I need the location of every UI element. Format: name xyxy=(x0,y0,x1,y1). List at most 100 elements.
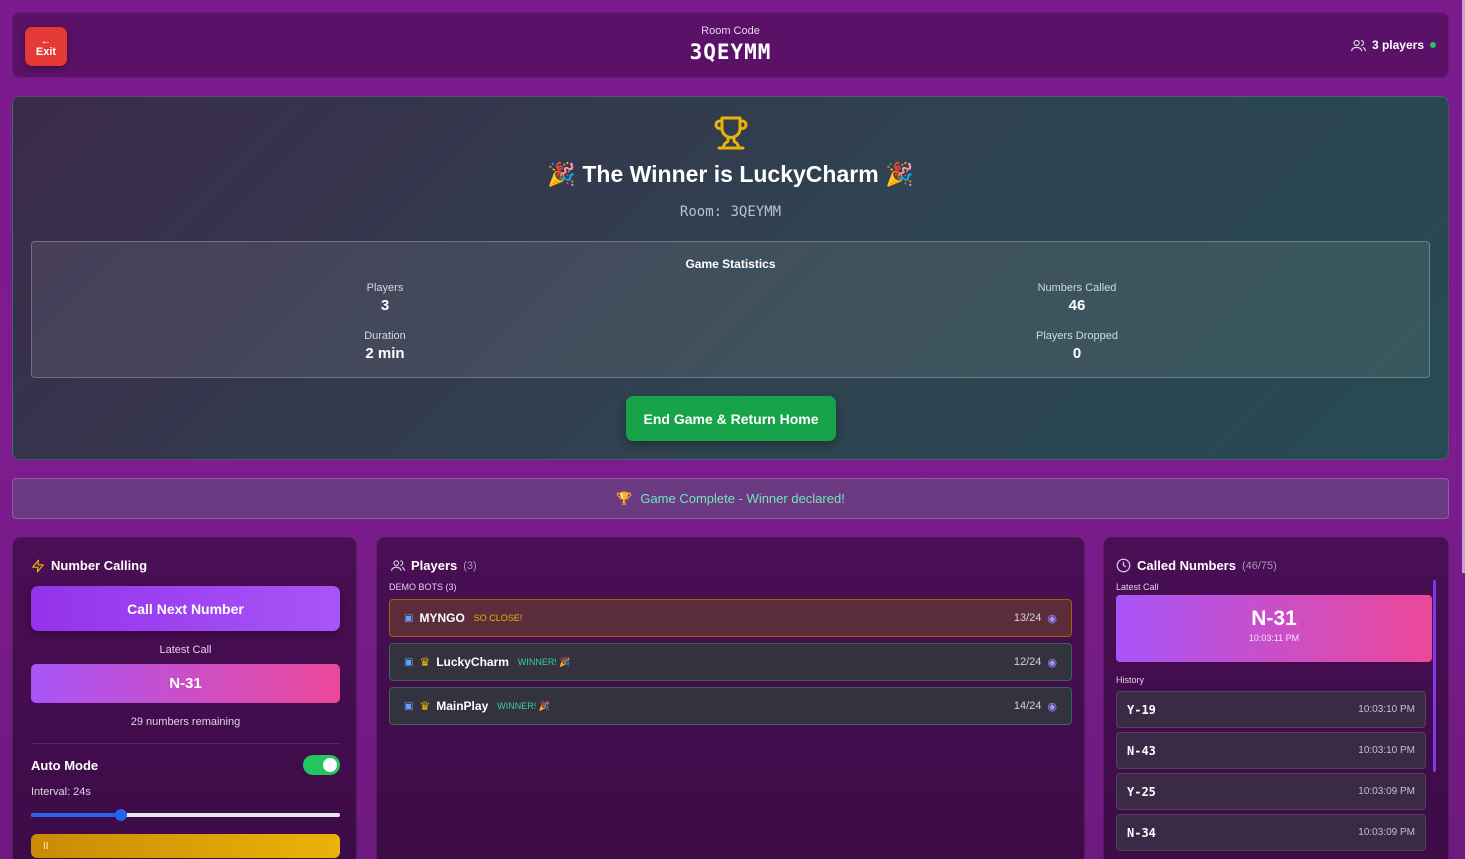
player-score: 14/24 ◉ xyxy=(1014,700,1057,713)
crown-icon: ♛ xyxy=(419,699,431,713)
auto-mode-toggle[interactable] xyxy=(303,755,340,775)
top-header: ← Exit Room Code 3QEYMM 3 players xyxy=(12,12,1449,78)
score-value: 12/24 xyxy=(1013,656,1042,668)
eye-icon[interactable]: ◉ xyxy=(1047,656,1057,669)
eye-icon[interactable]: ◉ xyxy=(1047,700,1057,713)
latest-call-value: N-31 xyxy=(31,664,340,703)
history-time: 10:03:09 PM xyxy=(1358,827,1415,838)
pause-button[interactable]: II xyxy=(31,834,340,858)
bot-icon: ▣ xyxy=(404,612,414,624)
panel-title: Number Calling xyxy=(51,558,148,573)
player-row[interactable]: ▣ MYNGO SO CLOSE! 13/24 ◉ xyxy=(389,599,1072,637)
player-tag: WINNER! 🎉 xyxy=(497,700,550,711)
stats-title: Game Statistics xyxy=(685,257,776,271)
history-time: 10:03:10 PM xyxy=(1358,745,1415,756)
winner-panel: 🎉 The Winner is LuckyCharm 🎉 Room: 3QEYM… xyxy=(12,96,1449,460)
game-statistics: Game Statistics Players 3 Numbers Called… xyxy=(31,241,1430,378)
demo-bots-label: DEMO BOTS (3) xyxy=(389,582,457,592)
status-text: Game Complete - Winner declared! xyxy=(640,491,845,506)
stat-value: 2 min xyxy=(365,345,405,362)
called-numbers-panel: Called Numbers (46/75) Latest Call N-31 … xyxy=(1103,537,1449,859)
clock-icon xyxy=(1116,558,1131,573)
call-next-number-button[interactable]: Call Next Number xyxy=(31,586,340,631)
interval-label: Interval: 24s xyxy=(31,786,91,798)
history-item: N-43 10:03:10 PM xyxy=(1116,732,1426,769)
history-scrollbar[interactable] xyxy=(1433,580,1436,772)
panel-header: Called Numbers (46/75) xyxy=(1116,558,1277,573)
latest-call-number: N-31 xyxy=(1251,607,1297,630)
panel-header: Number Calling xyxy=(31,558,147,573)
trophy-icon: 🏆 xyxy=(616,490,633,506)
player-name: LuckyCharm xyxy=(436,655,509,669)
numbers-remaining: 29 numbers remaining xyxy=(130,716,241,728)
stat-label: Duration xyxy=(364,330,406,342)
users-icon xyxy=(391,560,405,571)
history-item: N-34 10:03:09 PM xyxy=(1116,814,1426,851)
stat-label: Players Dropped xyxy=(1036,330,1118,342)
party-icon: 🎉 xyxy=(885,161,914,187)
players-count: (3) xyxy=(463,559,477,572)
score-value: 14/24 xyxy=(1013,700,1042,712)
history-time: 10:03:10 PM xyxy=(1358,704,1415,715)
bot-icon: ▣ xyxy=(404,700,414,712)
room-code: 3QEYMM xyxy=(689,40,772,64)
player-row[interactable]: ▣ ♛ LuckyCharm WINNER! 🎉 12/24 ◉ xyxy=(389,643,1072,681)
stat-value: 46 xyxy=(1068,297,1086,314)
end-game-button[interactable]: End Game & Return Home xyxy=(626,396,836,441)
players-count: 3 players xyxy=(1350,38,1436,52)
panel-title: Called Numbers xyxy=(1137,558,1236,573)
pause-icon: II xyxy=(43,840,49,852)
history-item: Y-19 10:03:10 PM xyxy=(1116,691,1426,728)
history-item: Y-25 10:03:09 PM xyxy=(1116,773,1426,810)
lightning-icon xyxy=(32,559,44,572)
stat-players: Players 3 xyxy=(285,282,485,314)
stat-value: 0 xyxy=(1072,345,1082,362)
users-icon xyxy=(1350,39,1366,51)
trophy-icon xyxy=(13,115,1448,151)
history-label: History xyxy=(1116,675,1145,685)
online-indicator xyxy=(1430,42,1436,48)
room-code-label: Room Code xyxy=(701,25,760,37)
players-panel: Players (3) DEMO BOTS (3) ▣ MYNGO SO CLO… xyxy=(376,537,1085,859)
crown-icon: ♛ xyxy=(419,655,431,669)
interval-slider[interactable] xyxy=(31,809,340,821)
game-status-bar: 🏆 Game Complete - Winner declared! xyxy=(12,478,1449,519)
player-tag: WINNER! 🎉 xyxy=(517,656,571,667)
winner-title: 🎉 The Winner is LuckyCharm 🎉 xyxy=(13,161,1448,188)
bot-icon: ▣ xyxy=(404,656,414,668)
stat-duration: Duration 2 min xyxy=(285,330,485,362)
latest-call-label: Latest Call xyxy=(1116,582,1159,592)
player-name: MainPlay xyxy=(436,699,489,713)
stat-numbers-called: Numbers Called 46 xyxy=(977,282,1177,314)
slider-fill xyxy=(31,813,121,817)
player-name: MYNGO xyxy=(419,611,465,625)
winner-room-line: Room: 3QEYMM xyxy=(679,204,782,220)
winner-text: The Winner is LuckyCharm xyxy=(582,161,879,187)
number-calling-panel: Number Calling Call Next Number Latest C… xyxy=(12,537,357,859)
stat-label: Players xyxy=(366,282,404,294)
panel-header: Players (3) xyxy=(391,558,477,573)
toggle-knob xyxy=(323,758,337,772)
stat-value: 3 xyxy=(380,297,390,314)
auto-mode-label: Auto Mode xyxy=(31,758,99,773)
player-score: 12/24 ◉ xyxy=(1014,656,1057,669)
score-value: 13/24 xyxy=(1013,612,1042,624)
history-number: N-34 xyxy=(1127,825,1156,840)
history-number: Y-25 xyxy=(1127,784,1156,799)
called-count: (46/75) xyxy=(1241,559,1277,572)
history-number: N-43 xyxy=(1127,743,1156,758)
player-tag: SO CLOSE! xyxy=(473,613,523,623)
stat-players-dropped: Players Dropped 0 xyxy=(977,330,1177,362)
slider-handle[interactable] xyxy=(114,809,127,821)
latest-call-time: 10:03:11 PM xyxy=(1248,633,1300,643)
eye-icon[interactable]: ◉ xyxy=(1047,612,1057,625)
stat-label: Numbers Called xyxy=(1037,282,1117,294)
player-row[interactable]: ▣ ♛ MainPlay WINNER! 🎉 14/24 ◉ xyxy=(389,687,1072,725)
panel-title: Players xyxy=(411,558,458,573)
history-time: 10:03:09 PM xyxy=(1358,786,1415,797)
latest-call-card: N-31 10:03:11 PM xyxy=(1116,595,1432,662)
divider xyxy=(31,743,340,744)
players-count-label: 3 players xyxy=(1371,38,1424,52)
party-icon: 🎉 xyxy=(547,161,576,187)
history-number: Y-19 xyxy=(1127,702,1156,717)
